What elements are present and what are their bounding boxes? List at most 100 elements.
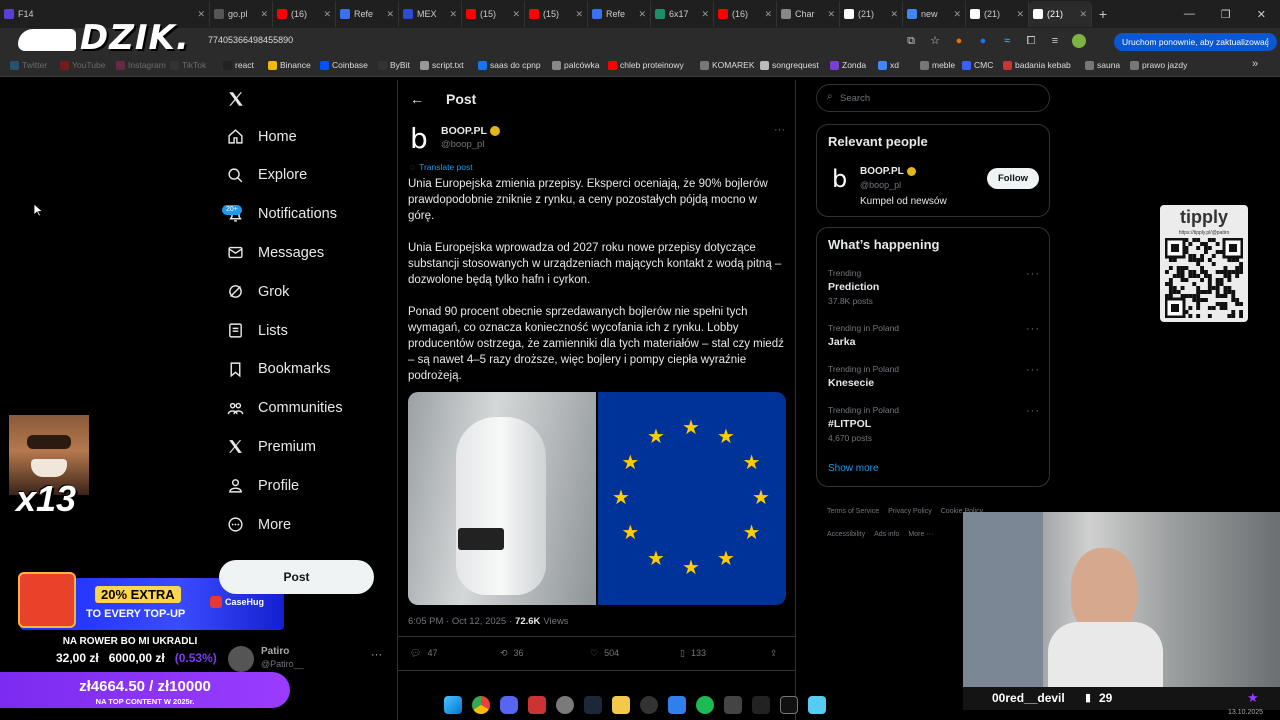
tab-close-icon[interactable]: ✕ bbox=[827, 9, 835, 20]
browser-tab[interactable]: Char ✕ bbox=[777, 1, 840, 27]
chrome-icon[interactable] bbox=[472, 696, 490, 714]
app-icon[interactable] bbox=[752, 696, 770, 714]
browser-tab[interactable]: Refe ✕ bbox=[336, 1, 399, 27]
more-dots-icon[interactable]: ··· bbox=[371, 649, 382, 661]
bookmark-item[interactable]: badania kebab bbox=[1003, 60, 1071, 70]
tab-search-icon[interactable]: ≡ bbox=[1048, 34, 1062, 48]
extension-icon[interactable]: ● bbox=[976, 34, 990, 48]
follow-button[interactable]: Follow bbox=[987, 168, 1039, 189]
browser-tab[interactable]: (21) ✕ bbox=[1029, 1, 1092, 27]
app-icon[interactable] bbox=[640, 696, 658, 714]
post-button[interactable]: Post bbox=[219, 560, 374, 594]
trend-item[interactable]: Trending in Poland #LITPOL 4,670 posts ··· bbox=[828, 405, 1040, 443]
steam-icon[interactable] bbox=[584, 696, 602, 714]
browser-tab[interactable]: (15) ✕ bbox=[462, 1, 525, 27]
chevron-right-icon[interactable]: » bbox=[1252, 58, 1258, 70]
nav-item-explore[interactable]: Explore bbox=[227, 167, 307, 184]
browser-tab[interactable]: (16) ✕ bbox=[714, 1, 777, 27]
tab-close-icon[interactable]: ✕ bbox=[323, 9, 331, 20]
browser-tab[interactable]: (15) ✕ bbox=[525, 1, 588, 27]
new-tab-button[interactable]: + bbox=[1092, 6, 1114, 22]
nav-item-messages[interactable]: Messages bbox=[227, 244, 324, 261]
epic-games-icon[interactable] bbox=[780, 696, 798, 714]
share-icon[interactable]: ⇪ bbox=[770, 648, 778, 659]
spotify-icon[interactable] bbox=[696, 696, 714, 714]
author-name[interactable]: BOOP.PL bbox=[441, 125, 500, 137]
bookmark-item[interactable]: xd bbox=[878, 60, 899, 70]
browser-tab[interactable]: (21) ✕ bbox=[840, 1, 903, 27]
trend-more-icon[interactable]: ··· bbox=[1026, 405, 1040, 417]
browser-tab[interactable]: Refe ✕ bbox=[588, 1, 651, 27]
trend-more-icon[interactable]: ··· bbox=[1026, 323, 1040, 335]
restart-update-button[interactable]: Uruchom ponownie, aby zaktualizować bbox=[1114, 33, 1277, 51]
nav-item-profile[interactable]: Profile bbox=[227, 477, 299, 494]
footer-link[interactable]: Terms of Service bbox=[827, 508, 879, 515]
avatar[interactable] bbox=[1072, 34, 1086, 48]
tab-close-icon[interactable]: ✕ bbox=[953, 9, 961, 20]
browser-tab[interactable]: (21) ✕ bbox=[966, 1, 1029, 27]
author-handle[interactable]: @boop_pl bbox=[441, 139, 484, 150]
repost-button[interactable]: ⟲ 36 bbox=[500, 648, 524, 659]
nav-item-communities[interactable]: Communities bbox=[227, 400, 343, 417]
windows-start-icon[interactable] bbox=[444, 696, 462, 714]
bookmark-item[interactable]: CMC bbox=[962, 60, 993, 70]
browser-tab[interactable]: (16) ✕ bbox=[273, 1, 336, 27]
bookmark-item[interactable]: KOMAREK bbox=[700, 60, 755, 70]
back-arrow-icon[interactable]: ← bbox=[410, 91, 424, 107]
bookmark-item[interactable]: Coinbase bbox=[320, 60, 368, 70]
tab-close-icon[interactable]: ✕ bbox=[1079, 9, 1087, 20]
bookmark-item[interactable]: songrequest bbox=[760, 60, 819, 70]
trend-item[interactable]: Trending in Poland Jarka ··· bbox=[828, 323, 1040, 351]
url-text[interactable]: 774053664984558​90 bbox=[208, 35, 293, 45]
close-window-icon[interactable]: ✕ bbox=[1257, 8, 1266, 21]
nav-item-grok[interactable]: Grok bbox=[227, 283, 289, 300]
nav-item-premium[interactable]: Premium bbox=[227, 438, 316, 455]
reply-button[interactable]: 💬︎ 47 bbox=[410, 648, 437, 659]
bookmark-item[interactable]: Instagram bbox=[116, 60, 166, 70]
nav-item-notifications[interactable]: Notifications bbox=[227, 206, 337, 223]
kebab-menu-icon[interactable]: ⋮ bbox=[1262, 36, 1273, 49]
person-avatar[interactable]: b bbox=[832, 165, 847, 193]
nav-item-home[interactable]: Home bbox=[227, 128, 297, 145]
bookmark-item[interactable]: prawo jazdy bbox=[1130, 60, 1187, 70]
nav-item-more[interactable]: More bbox=[227, 516, 291, 533]
footer-link[interactable]: More ··· bbox=[908, 531, 933, 538]
bookmark-item[interactable]: palcówka bbox=[552, 60, 599, 70]
search-input[interactable]: ⌕ Search bbox=[816, 84, 1050, 112]
maximize-icon[interactable]: ❐ bbox=[1221, 8, 1231, 21]
tab-close-icon[interactable]: ✕ bbox=[197, 9, 205, 20]
tab-close-icon[interactable]: ✕ bbox=[701, 9, 709, 20]
tab-close-icon[interactable]: ✕ bbox=[449, 9, 457, 20]
bookmark-item[interactable]: TikTok bbox=[170, 60, 206, 70]
person-name[interactable]: BOOP.PL bbox=[860, 166, 916, 177]
obs-icon[interactable] bbox=[556, 696, 574, 714]
tab-close-icon[interactable]: ✕ bbox=[575, 9, 583, 20]
tab-close-icon[interactable]: ✕ bbox=[260, 9, 268, 20]
bookmark-item[interactable]: saas do cpnp bbox=[478, 60, 541, 70]
footer-link[interactable]: Accessibility bbox=[827, 531, 865, 538]
bookmark-item[interactable]: react bbox=[223, 60, 254, 70]
x-logo-icon[interactable] bbox=[227, 90, 245, 113]
bookmark-item[interactable]: ByBit bbox=[378, 60, 410, 70]
folder-icon[interactable] bbox=[612, 696, 630, 714]
footer-link[interactable]: Ads info bbox=[874, 531, 899, 538]
browser-tab[interactable]: MEX ✕ bbox=[399, 1, 462, 27]
browser-tab[interactable]: new ✕ bbox=[903, 1, 966, 27]
bookmark-item[interactable]: Twitter bbox=[10, 60, 47, 70]
nav-item-bookmarks[interactable]: Bookmarks bbox=[227, 361, 331, 378]
app-icon[interactable] bbox=[528, 696, 546, 714]
trend-more-icon[interactable]: ··· bbox=[1026, 364, 1040, 376]
trend-more-icon[interactable]: ··· bbox=[1026, 268, 1040, 280]
tab-close-icon[interactable]: ✕ bbox=[638, 9, 646, 20]
app-icon[interactable] bbox=[668, 696, 686, 714]
discord-icon[interactable] bbox=[500, 696, 518, 714]
post-more-icon[interactable]: ··· bbox=[774, 124, 785, 136]
bookmark-item[interactable]: YouTube bbox=[60, 60, 105, 70]
tab-close-icon[interactable]: ✕ bbox=[890, 9, 898, 20]
account-switcher[interactable]: Patiro @Patiro__ ··· bbox=[228, 644, 388, 674]
footer-link[interactable]: Privacy Policy bbox=[888, 508, 932, 515]
show-more-link[interactable]: Show more bbox=[828, 463, 879, 474]
extension-icon[interactable]: ≈ bbox=[1000, 34, 1014, 48]
tab-close-icon[interactable]: ✕ bbox=[764, 9, 772, 20]
like-button[interactable]: ♡ 504 bbox=[590, 648, 619, 659]
